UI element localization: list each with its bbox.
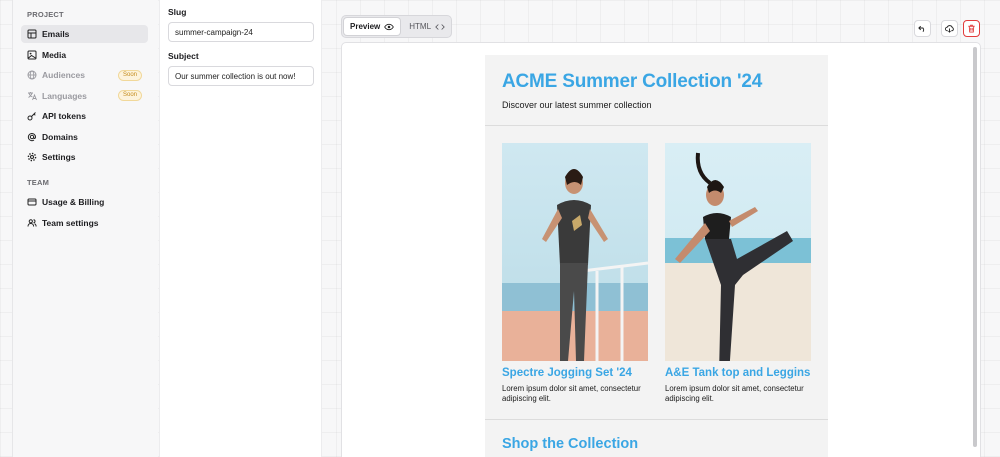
eye-icon <box>384 23 395 30</box>
key-icon <box>27 111 37 121</box>
slug-input[interactable] <box>168 22 314 42</box>
subject-input[interactable] <box>168 66 314 86</box>
email-subtitle: Discover our latest summer collection <box>502 100 652 110</box>
subject-label: Subject <box>168 51 199 61</box>
globe-icon <box>27 70 37 80</box>
section-label-project: PROJECT <box>27 10 64 19</box>
sidebar-item-audiences[interactable]: Audiences Soon <box>21 66 148 84</box>
sidebar-item-label: Domains <box>42 131 78 142</box>
code-icon <box>435 23 445 30</box>
sidebar-item-team-settings[interactable]: Team settings <box>21 214 148 232</box>
sidebar-item-usage-billing[interactable]: Usage & Billing <box>21 193 148 211</box>
email-preview-frame[interactable]: ACME Summer Collection '24 Discover our … <box>341 42 981 457</box>
preview-tab-label: Preview <box>350 22 381 31</box>
sidebar-item-media[interactable]: Media <box>21 46 148 64</box>
html-tab-label: HTML <box>409 22 432 31</box>
sidebar-item-label: Audiences <box>42 70 85 80</box>
product-image-jogging-set <box>502 143 648 361</box>
sidebar-item-label: Usage & Billing <box>42 197 105 207</box>
email-title: ACME Summer Collection '24 <box>502 71 763 92</box>
soon-badge: Soon <box>117 90 142 101</box>
cloud-download-icon <box>945 25 954 33</box>
shop-collection-heading: Shop the Collection <box>502 436 639 452</box>
download-button[interactable] <box>941 20 958 37</box>
users-icon <box>27 218 37 228</box>
product-title: Spectre Jogging Set '24 <box>502 367 632 379</box>
preview-tab[interactable]: Preview <box>344 18 401 35</box>
image-icon <box>27 50 37 60</box>
soon-badge: Soon <box>117 69 142 81</box>
product-description: Lorem ipsum dolor sit amet, consectetur … <box>502 384 641 403</box>
sidebar-item-label: Settings <box>42 152 76 162</box>
sidebar: PROJECT Emails Media Audiences Soon Lang… <box>12 0 158 457</box>
sidebar-item-api-tokens[interactable]: API tokens <box>21 107 148 125</box>
sidebar-item-label: Media <box>42 49 67 60</box>
sidebar-item-label: Emails <box>42 29 70 39</box>
product-card: A&E Tank top and Leggins Lorem ipsum dol… <box>665 143 811 403</box>
section-label-team: TEAM <box>27 178 50 187</box>
preview-scrollbar[interactable] <box>973 47 977 447</box>
sidebar-item-label: Languages <box>42 90 87 101</box>
undo-button[interactable] <box>914 20 931 37</box>
translate-icon <box>27 91 37 101</box>
gear-icon <box>27 152 37 162</box>
credit-card-icon <box>27 197 37 207</box>
sidebar-item-emails[interactable]: Emails <box>21 25 148 43</box>
product-grid: Spectre Jogging Set '24 Lorem ipsum dolo… <box>485 126 828 403</box>
email-settings-panel: Slug Subject <box>159 0 322 457</box>
slug-label: Slug <box>168 7 187 17</box>
sidebar-item-label: Team settings <box>42 217 99 228</box>
delete-button[interactable] <box>963 20 980 37</box>
product-image-tank-top-leggings <box>665 143 811 361</box>
view-mode-toggle: Preview HTML <box>341 15 452 38</box>
product-description: Lorem ipsum dolor sit amet, consectetur … <box>665 384 804 403</box>
trash-icon <box>968 24 975 33</box>
email-body: ACME Summer Collection '24 Discover our … <box>485 55 828 457</box>
at-icon <box>27 132 37 142</box>
sidebar-item-settings[interactable]: Settings <box>21 148 148 166</box>
undo-icon <box>918 25 925 32</box>
email-header: ACME Summer Collection '24 Discover our … <box>485 55 828 126</box>
html-tab[interactable]: HTML <box>403 18 451 35</box>
table-icon <box>27 29 37 39</box>
sidebar-item-domains[interactable]: Domains <box>21 128 148 146</box>
sidebar-item-languages[interactable]: Languages Soon <box>21 87 148 105</box>
sidebar-item-label: API tokens <box>42 111 86 121</box>
product-card: Spectre Jogging Set '24 Lorem ipsum dolo… <box>502 143 648 403</box>
product-title: A&E Tank top and Leggins <box>665 367 811 379</box>
